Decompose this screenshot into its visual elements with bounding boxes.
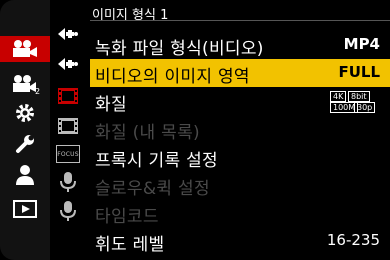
menu-item-label: 비디오의 이미지 영역 [95,67,250,87]
menu-item-slow-quick: 슬로우&퀵 설정 [90,171,390,199]
subtab-image-format-2[interactable] [50,52,86,76]
menu-item-rec-quality[interactable]: 화질 4K 8bit 100M 30p [90,87,390,115]
badge-framerate: 30p [354,102,376,113]
gear-icon [16,104,34,122]
subtab-image-format-1[interactable] [50,22,86,46]
menu-item-value: MP4 [343,35,380,53]
subtab-focus[interactable]: FOCUS [50,142,86,166]
menu-item-proxy-recording[interactable]: 프록시 기록 설정 [90,143,390,171]
wrench-icon [16,135,34,153]
subtab-audio-2[interactable] [50,199,86,223]
sidebar-item-setup[interactable] [0,131,50,157]
menu-item-label: 슬로우&퀵 설정 [95,179,210,199]
menu-item-label: 화질 (내 목록) [95,123,200,143]
menu-item-label: 타임코드 [95,207,159,227]
plus-star-icon [58,58,78,70]
sidebar-item-settings[interactable] [0,100,50,126]
subtab-film[interactable] [50,114,86,138]
focus-icon-text: FOCUS [57,150,79,158]
menu-item-value: 16-235 [326,231,380,249]
subtab-audio-1[interactable] [50,170,86,194]
microphone-icon [60,201,76,221]
header-divider [90,20,390,21]
sub-tab-column: FOCUS [50,0,86,260]
sidebar-item-video-2[interactable]: 2 [0,71,50,97]
plus-star-icon [58,28,78,40]
person-icon [16,165,34,185]
quality-badge: 4K 8bit 100M 30p [330,91,380,113]
badge-resolution: 4K [330,91,347,102]
menu-item-value: FULL [338,63,380,81]
main-sidebar: 2 [0,0,50,260]
menu-item-rec-file-format[interactable]: 녹화 파일 형식(비디오) MP4 [90,31,390,59]
camera-menu-screen: 2 FOCUS 이미지 형식 1 녹화 파일 형식(비디오) MP4 비디오의 … [0,0,390,260]
menu-item-image-area[interactable]: 비디오의 이미지 영역 FULL [90,59,390,87]
badge-bit-depth: 8bit [348,91,370,102]
subtab-film-red[interactable] [50,84,86,108]
menu-item-label: 프록시 기록 설정 [95,151,218,171]
menu-item-luminance-level[interactable]: 휘도 레벨 16-235 [90,227,390,255]
video-camera-2-icon: 2 [13,75,40,94]
menu-item-rec-quality-my-list: 화질 (내 목록) [90,115,390,143]
menu-item-label: 녹화 파일 형식(비디오) [95,39,264,59]
film-icon [58,118,78,134]
microphone-icon [60,172,76,192]
focus-icon: FOCUS [56,145,80,163]
menu-item-label: 휘도 레벨 [95,235,165,255]
film-red-icon [58,88,78,104]
sidebar-item-video[interactable] [0,36,50,62]
menu-item-time-code: 타임코드 [90,199,390,227]
video-camera-icon [13,40,37,57]
sidebar-item-custom[interactable] [0,162,50,188]
svg-text:2: 2 [35,87,40,94]
playback-icon [13,200,37,218]
sidebar-item-playback[interactable] [0,196,50,222]
menu-item-label: 화질 [95,95,127,115]
